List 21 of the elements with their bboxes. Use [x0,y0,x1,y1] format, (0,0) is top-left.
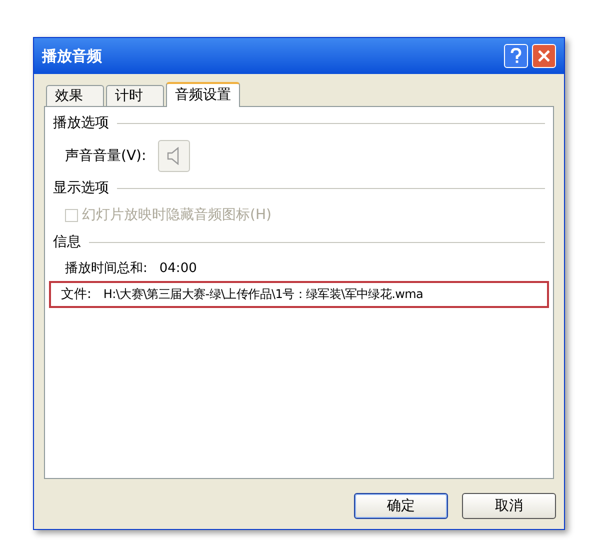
file-path: H:\大赛\第三届大赛-绿\上传作品\1号：绿军装\军中绿花.wma [103,286,424,304]
dialog-button[interactable]: 取消 [462,493,556,519]
tab[interactable]: 计时 [106,85,164,106]
total-time-value: 04:00 [159,260,197,278]
section-heading: 显示选项 [53,179,109,198]
close-icon [538,50,550,62]
section-heading: 播放选项 [53,114,109,133]
window-title: 播放音频 [42,46,103,67]
dialog-button[interactable]: 确定 [354,493,448,519]
tab[interactable]: 音频设置 [166,82,240,107]
checkbox-label: 幻灯片放映时隐藏音频图标(H) [82,206,272,225]
help-icon [510,48,522,64]
file-label: 文件: [61,286,92,304]
total-time-label: 播放时间总和: [65,260,148,278]
volume-label: 声音音量(V): [65,146,146,166]
close-button[interactable] [532,44,556,68]
help-button[interactable] [504,44,528,68]
speaker-icon [167,147,182,165]
volume-button[interactable] [158,140,190,172]
section-heading: 信息 [53,233,81,252]
tab[interactable]: 效果 [46,85,104,106]
